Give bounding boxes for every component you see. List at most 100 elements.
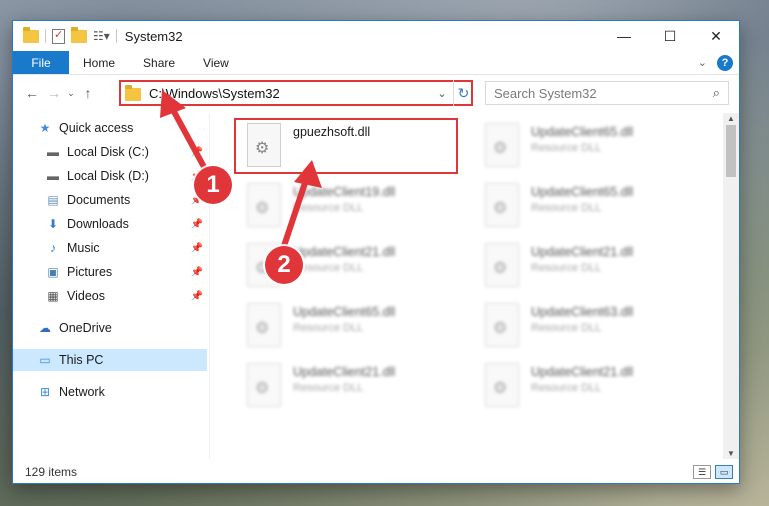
documents-icon: ▤ bbox=[47, 193, 59, 207]
scroll-down-icon[interactable]: ▼ bbox=[723, 449, 739, 458]
item-count: 129 items bbox=[25, 465, 78, 479]
refresh-button[interactable]: ↻ bbox=[453, 80, 473, 106]
pin-icon[interactable]: 📌 bbox=[191, 243, 203, 254]
help-icon[interactable]: ? bbox=[717, 54, 733, 71]
pin-icon[interactable]: 📌 bbox=[191, 219, 203, 230]
scroll-up-icon[interactable]: ▲ bbox=[723, 114, 739, 123]
chevron-down-icon[interactable]: ⌄ bbox=[433, 87, 451, 100]
back-button[interactable]: ← bbox=[21, 82, 43, 104]
minimize-button[interactable]: — bbox=[601, 21, 647, 51]
search-icon[interactable]: ⌕ bbox=[713, 85, 720, 101]
file-item[interactable]: UpdateClient19.dll Resource DLL bbox=[233, 179, 453, 235]
sidebar-item-this-pc[interactable]: ▭ This PC bbox=[13, 349, 207, 371]
pin-icon[interactable]: 📌 bbox=[191, 291, 203, 302]
music-icon: ♪ bbox=[50, 241, 56, 255]
sidebar-item-local-disk-d[interactable]: ▬ Local Disk (D:) 📌 bbox=[13, 165, 207, 187]
sidebar-item-downloads[interactable]: ⬇ Downloads 📌 bbox=[13, 213, 207, 235]
view-buttons: ☰ ▭ bbox=[693, 465, 733, 479]
pin-icon[interactable]: 📌 bbox=[191, 147, 203, 158]
new-folder-icon[interactable] bbox=[71, 26, 87, 43]
title-bar: ☷▾ System32 — ☐ ✕ bbox=[13, 21, 739, 51]
sidebar-item-label: Local Disk (C:) bbox=[67, 145, 149, 159]
status-bar: 129 items ☰ ▭ bbox=[13, 461, 739, 483]
file-explorer-window: ☷▾ System32 — ☐ ✕ File Home Share View ⌄… bbox=[12, 20, 740, 484]
file-name: UpdateClient63.dll bbox=[531, 305, 634, 319]
file-name: UpdateClient19.dll bbox=[293, 185, 396, 199]
search-placeholder: Search System32 bbox=[494, 85, 597, 101]
sidebar-item-quick-access[interactable]: ★ Quick access bbox=[13, 117, 207, 139]
sidebar-item-local-disk-c[interactable]: ▬ Local Disk (C:) 📌 bbox=[13, 141, 207, 163]
file-type: Resource DLL bbox=[293, 262, 364, 274]
pane-divider[interactable] bbox=[209, 113, 210, 459]
folder-icon bbox=[125, 85, 141, 101]
file-type: Resource DLL bbox=[293, 382, 364, 394]
customize-qat-icon[interactable]: ☷▾ bbox=[93, 29, 110, 43]
tab-home[interactable]: Home bbox=[69, 51, 129, 74]
sidebar-item-label: Videos bbox=[67, 289, 105, 303]
navigation-pane: ★ Quick access ▬ Local Disk (C:) 📌 ▬ Loc… bbox=[13, 113, 209, 459]
sidebar-item-pictures[interactable]: ▣ Pictures 📌 bbox=[13, 261, 207, 283]
sidebar-item-videos[interactable]: ▦ Videos 📌 bbox=[13, 285, 207, 307]
file-type: Resource DLL bbox=[531, 262, 602, 274]
file-name: UpdateClient21.dll bbox=[531, 365, 634, 379]
file-type: Resource DLL bbox=[531, 202, 602, 214]
file-type: Resource DLL bbox=[531, 142, 602, 154]
sidebar-item-label: Network bbox=[59, 385, 105, 399]
sidebar-item-label: This PC bbox=[59, 353, 104, 367]
tab-share[interactable]: Share bbox=[129, 51, 189, 74]
address-row: ← → ⌄ ↑ C:\Windows\System32 ⌄ ↻ Search S… bbox=[13, 77, 739, 109]
quick-access-toolbar: ☷▾ bbox=[13, 26, 117, 44]
properties-icon[interactable] bbox=[52, 28, 65, 44]
file-name: UpdateClient65.dll bbox=[531, 185, 634, 199]
forward-button[interactable]: → bbox=[43, 82, 65, 104]
ribbon-right: ⌄ ? bbox=[698, 51, 739, 74]
step-badge-2: 2 bbox=[265, 246, 303, 284]
file-name: UpdateClient21.dll bbox=[293, 365, 396, 379]
sidebar-item-label: Music bbox=[67, 241, 100, 255]
file-name: UpdateClient21.dll bbox=[531, 245, 634, 259]
maximize-button[interactable]: ☐ bbox=[647, 21, 693, 51]
sidebar-item-documents[interactable]: ▤ Documents 📌 bbox=[13, 189, 207, 211]
file-type: Resource DLL bbox=[531, 382, 602, 394]
vertical-scrollbar[interactable]: ▲ ▼ bbox=[723, 113, 739, 459]
dll-file-icon bbox=[247, 303, 281, 347]
file-item[interactable]: UpdateClient63.dll Resource DLL bbox=[471, 299, 691, 355]
search-input[interactable]: Search System32 ⌕ bbox=[485, 81, 729, 105]
file-item[interactable]: UpdateClient65.dll Resource DLL bbox=[471, 119, 691, 175]
sidebar-item-network[interactable]: ⊞ Network bbox=[13, 381, 207, 403]
close-button[interactable]: ✕ bbox=[693, 21, 739, 51]
large-icons-view-icon[interactable]: ▭ bbox=[715, 465, 733, 479]
sidebar-item-label: Local Disk (D:) bbox=[67, 169, 149, 183]
file-item[interactable]: UpdateClient21.dll Resource DLL bbox=[233, 359, 453, 415]
ribbon-tabs: File Home Share View ⌄ ? bbox=[13, 51, 739, 75]
file-item[interactable]: UpdateClient65.dll Resource DLL bbox=[471, 179, 691, 235]
address-bar[interactable]: C:\Windows\System32 ⌄ bbox=[119, 80, 473, 106]
sidebar-item-label: OneDrive bbox=[59, 321, 112, 335]
file-item[interactable]: UpdateClient21.dll Resource DLL bbox=[471, 239, 691, 295]
folder-icon bbox=[23, 26, 39, 43]
pin-icon[interactable]: 📌 bbox=[191, 267, 203, 278]
cloud-icon: ☁ bbox=[39, 321, 51, 335]
file-item[interactable]: UpdateClient65.dll Resource DLL bbox=[233, 299, 453, 355]
file-item[interactable]: UpdateClient21.dll Resource DLL bbox=[471, 359, 691, 415]
sidebar-item-label: Quick access bbox=[59, 121, 134, 135]
drive-icon: ▬ bbox=[47, 169, 59, 183]
chevron-down-icon[interactable]: ⌄ bbox=[698, 56, 707, 69]
recent-locations-button[interactable]: ⌄ bbox=[65, 82, 77, 104]
window-title: System32 bbox=[124, 28, 183, 44]
sidebar-item-label: Pictures bbox=[67, 265, 113, 279]
drive-icon: ▬ bbox=[47, 145, 59, 159]
step-badge-1: 1 bbox=[194, 166, 232, 204]
computer-icon: ▭ bbox=[39, 353, 51, 367]
sidebar-item-music[interactable]: ♪ Music 📌 bbox=[13, 237, 207, 259]
tab-file[interactable]: File bbox=[13, 51, 69, 74]
scroll-thumb[interactable] bbox=[726, 125, 736, 177]
dll-file-icon bbox=[485, 123, 519, 167]
tab-view[interactable]: View bbox=[189, 51, 243, 74]
sidebar-item-onedrive[interactable]: ☁ OneDrive bbox=[13, 317, 207, 339]
details-view-icon[interactable]: ☰ bbox=[693, 465, 711, 479]
address-path[interactable]: C:\Windows\System32 bbox=[149, 86, 280, 101]
up-button[interactable]: ↑ bbox=[77, 82, 99, 104]
file-name: UpdateClient65.dll bbox=[293, 305, 396, 319]
dll-file-icon bbox=[247, 363, 281, 407]
